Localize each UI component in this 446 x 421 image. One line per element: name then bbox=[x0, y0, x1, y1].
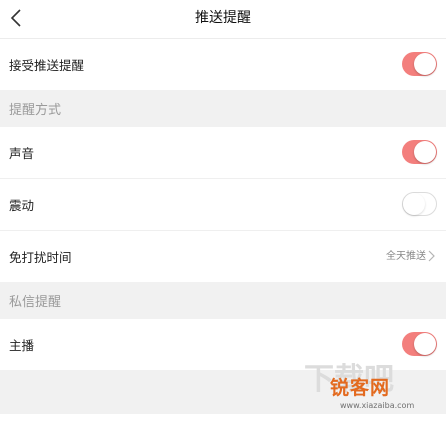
watermark-text: 锐客网 bbox=[330, 377, 391, 399]
watermark-url: www.xiazaiba.com bbox=[340, 401, 415, 410]
sound-row: 声音 bbox=[0, 127, 446, 178]
vibrate-label: 震动 bbox=[9, 198, 35, 213]
section-reminder-method: 提醒方式 bbox=[0, 90, 446, 127]
vibrate-row: 震动 bbox=[0, 178, 446, 230]
section-private-message: 私信提醒 bbox=[0, 282, 446, 319]
accept-push-label: 接受推送提醒 bbox=[9, 58, 85, 73]
sound-label: 声音 bbox=[9, 146, 35, 161]
toggle-knob bbox=[414, 333, 436, 355]
toggle-knob bbox=[414, 141, 436, 163]
page-title: 推送提醒 bbox=[195, 10, 251, 26]
toggle-knob bbox=[403, 193, 425, 215]
section-label: 提醒方式 bbox=[9, 103, 62, 118]
watermark: 下载吧 锐客网 www.xiazaiba.com bbox=[302, 359, 442, 415]
anchor-label: 主播 bbox=[9, 338, 35, 353]
chevron-right-icon bbox=[428, 250, 435, 262]
dnd-row[interactable]: 免打扰时间 全天推送 bbox=[0, 230, 446, 282]
nav-bar: 推送提醒 bbox=[0, 0, 446, 39]
section-label: 私信提醒 bbox=[9, 295, 62, 310]
accept-push-toggle[interactable] bbox=[402, 52, 437, 76]
dnd-label: 免打扰时间 bbox=[9, 250, 72, 265]
anchor-toggle[interactable] bbox=[402, 332, 437, 356]
vibrate-toggle[interactable] bbox=[402, 192, 437, 216]
dnd-value: 全天推送 bbox=[386, 251, 426, 262]
toggle-knob bbox=[414, 53, 436, 75]
sound-toggle[interactable] bbox=[402, 140, 437, 164]
accept-push-row: 接受推送提醒 bbox=[0, 39, 446, 90]
